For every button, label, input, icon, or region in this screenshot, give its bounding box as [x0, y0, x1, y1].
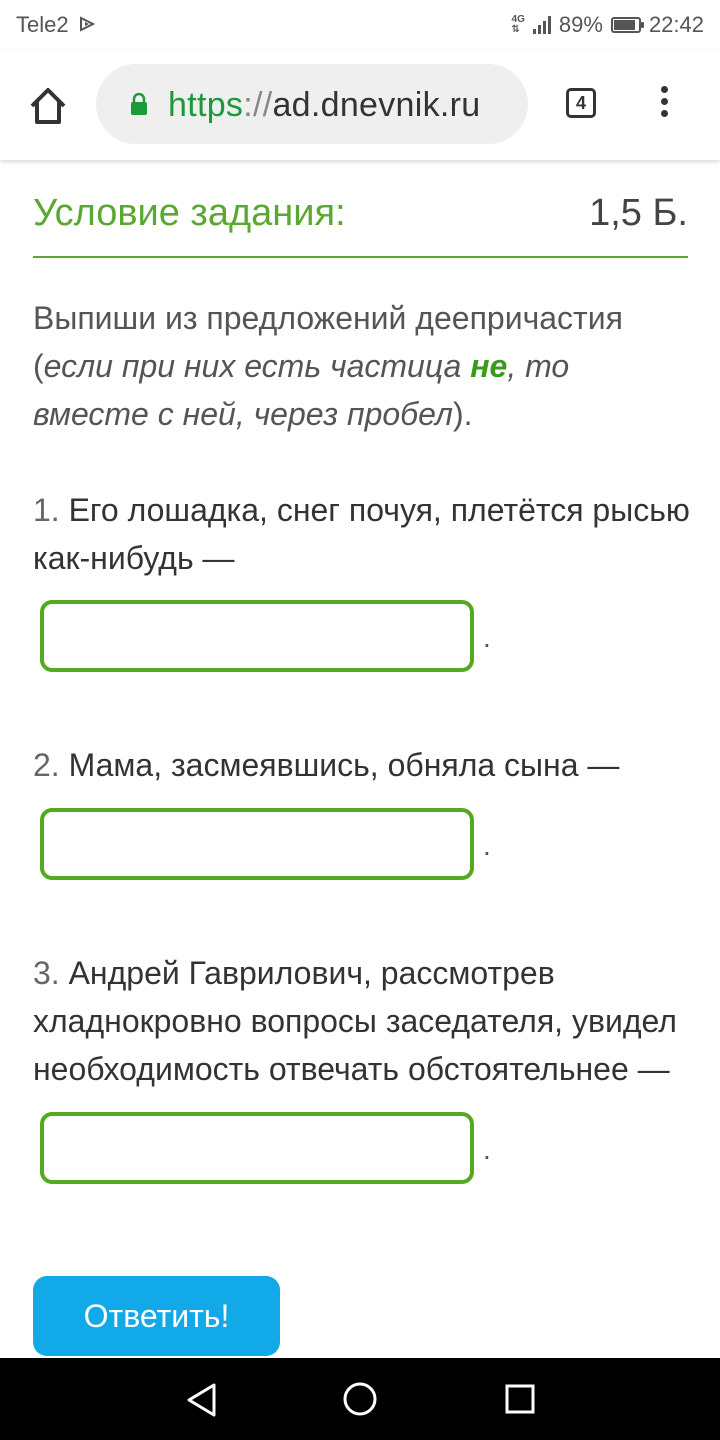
- answer-input-3[interactable]: [40, 1112, 474, 1184]
- task-header: Условие задания: 1,5 Б.: [33, 190, 688, 258]
- item-text: Андрей Гаврилович, рассмотрев хладнокров…: [33, 955, 677, 1087]
- status-bar: Tele2 4G ⇅ 89% 22:42: [0, 0, 720, 50]
- browser-toolbar: https://ad.dnevnik.ru 4: [0, 50, 720, 160]
- task-instruction: Выпиши из предложений деепричастия (если…: [33, 294, 693, 438]
- item-text: Его лошадка, снег почуя, плетётся рысью …: [33, 492, 690, 576]
- recents-icon[interactable]: [504, 1383, 536, 1415]
- item-number: 3.: [33, 955, 60, 991]
- task-item-3: 3. Андрей Гаврилович, рассмотрев хладнок…: [33, 949, 703, 1093]
- item-number: 1.: [33, 492, 60, 528]
- task-heading: Условие задания:: [33, 192, 346, 234]
- home-nav-icon[interactable]: [342, 1381, 378, 1417]
- clock: 22:42: [648, 12, 704, 37]
- instruction-paren: ).: [452, 396, 473, 432]
- tab-switcher-button[interactable]: 4: [566, 88, 596, 118]
- lock-icon: [131, 93, 147, 115]
- back-icon[interactable]: [184, 1382, 218, 1418]
- battery-percent: 89%: [558, 12, 603, 37]
- signal-strength-icon: [532, 16, 551, 34]
- battery-icon: [610, 17, 644, 33]
- answer-period: .: [483, 622, 491, 653]
- item-text: Мама, засмеявшись, обняла сына —: [68, 747, 620, 783]
- url-host: ad.dnevnik.ru: [272, 86, 481, 124]
- answer-input-1[interactable]: [40, 600, 474, 672]
- submit-button[interactable]: Ответить!: [33, 1276, 280, 1356]
- answer-period: .: [483, 830, 491, 861]
- system-nav-bar: [0, 1358, 720, 1440]
- task-item-1: 1. Его лошадка, снег почуя, плетётся рыс…: [33, 486, 703, 582]
- network-type-icon: 4G ⇅: [511, 14, 525, 35]
- item-number: 2.: [33, 747, 60, 783]
- instruction-particle: не: [470, 348, 508, 384]
- home-icon: [30, 88, 66, 124]
- url-separator: ://: [243, 86, 273, 124]
- carrier-label: Tele2: [16, 12, 69, 37]
- instruction-paren: (: [33, 348, 44, 384]
- url-text: https://ad.dnevnik.ru: [168, 86, 481, 125]
- task-points: 1,5 Б.: [589, 192, 688, 234]
- carrier: Tele2: [16, 12, 97, 38]
- task-item-2: 2. Мама, засмеявшись, обняла сына —: [33, 741, 703, 789]
- address-bar[interactable]: https://ad.dnevnik.ru: [96, 64, 528, 144]
- carrier-signal-icon: [79, 16, 97, 37]
- home-button[interactable]: [26, 84, 70, 128]
- answer-input-2[interactable]: [40, 808, 474, 880]
- answer-period: .: [483, 1134, 491, 1165]
- url-scheme: https: [168, 86, 244, 124]
- overflow-menu-icon[interactable]: [656, 86, 672, 122]
- instruction-italic: если при них есть частица: [43, 348, 471, 384]
- instruction-text: Выпиши из предложений деепричастия: [33, 300, 623, 336]
